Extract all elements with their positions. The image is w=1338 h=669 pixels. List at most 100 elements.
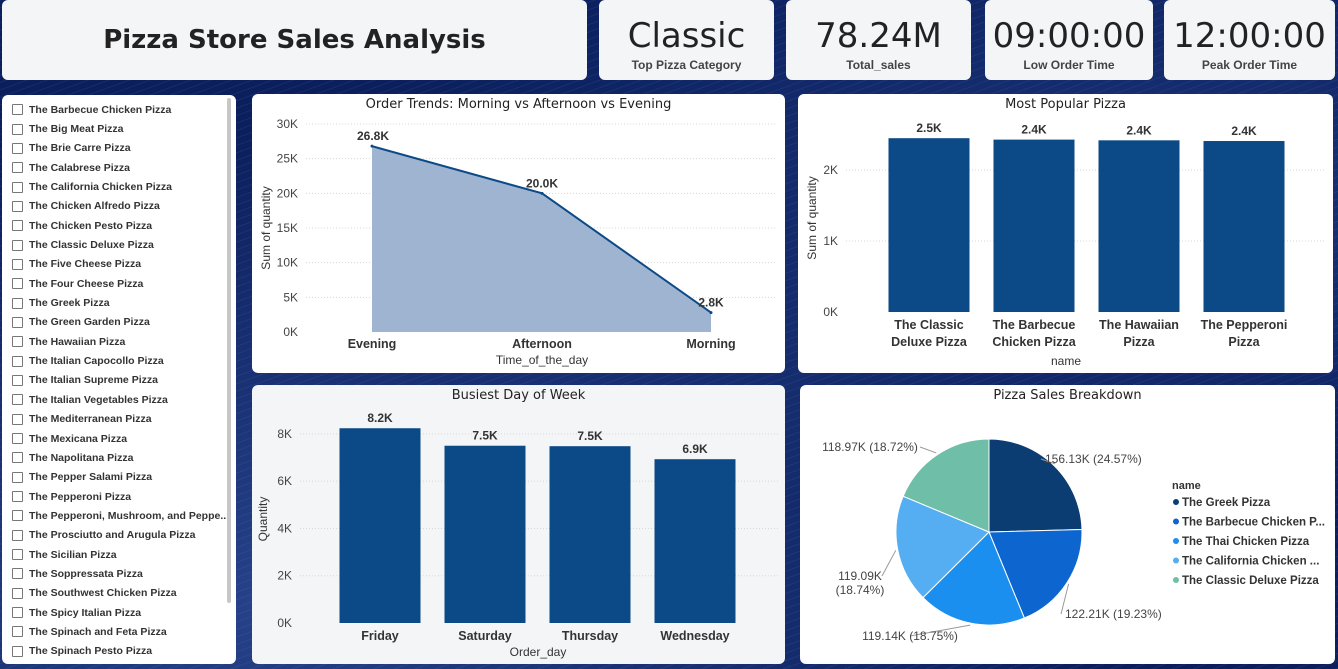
checkbox[interactable] bbox=[12, 123, 23, 135]
slicer-item[interactable]: The Chicken Alfredo Pizza bbox=[12, 197, 236, 216]
y-axis-label: Sum of quantity bbox=[805, 176, 819, 259]
bar[interactable] bbox=[993, 139, 1075, 312]
checkbox[interactable] bbox=[12, 220, 23, 232]
slicer-item[interactable]: The Big Meat Pizza bbox=[12, 119, 236, 138]
legend-item: The California Chicken ... bbox=[1182, 556, 1319, 568]
slicer-item-label: The Pepperoni, Mushroom, and Peppe... bbox=[29, 509, 230, 522]
legend-marker bbox=[1173, 518, 1179, 525]
x-tick-label: Friday bbox=[361, 629, 399, 643]
bar[interactable] bbox=[654, 459, 736, 623]
x-tick-label: Wednesday bbox=[660, 629, 729, 643]
checkbox[interactable] bbox=[12, 510, 23, 522]
checkbox[interactable] bbox=[12, 626, 23, 638]
checkbox[interactable] bbox=[12, 491, 23, 503]
slicer-item[interactable]: The Italian Supreme Pizza bbox=[12, 371, 236, 390]
legend-item: The Barbecue Chicken P... bbox=[1182, 517, 1325, 529]
data-label: 7.5K bbox=[577, 429, 603, 443]
slicer-item[interactable]: The Chicken Pesto Pizza bbox=[12, 216, 236, 235]
kpi-card-total-sales: 78.24M Total_sales bbox=[786, 0, 971, 80]
bar[interactable] bbox=[888, 138, 970, 312]
data-label: 122.21K (19.23%) bbox=[1065, 607, 1162, 621]
data-label: (18.74%) bbox=[836, 583, 885, 597]
checkbox[interactable] bbox=[12, 587, 23, 599]
order-trends-svg: 0K 5K 10K 15K 20K 25K 30K 26.8K Evening 20.0K Afte… bbox=[259, 117, 777, 367]
slicer-item[interactable]: The Spinach Pesto Pizza bbox=[12, 642, 236, 661]
slicer-item[interactable]: The Brie Carre Pizza bbox=[12, 139, 236, 158]
slicer-item-label: The Spicy Italian Pizza bbox=[29, 606, 142, 619]
sales-breakdown-svg: 156.13K (24.57%) 122.21K (19.23%) 119.14K … bbox=[822, 438, 1325, 643]
area-fill bbox=[372, 146, 711, 332]
slicer-item-label: The Hawaiian Pizza bbox=[29, 335, 126, 348]
slicer-item[interactable]: The Mexicana Pizza bbox=[12, 429, 236, 448]
y-tick-label: 10K bbox=[277, 256, 298, 270]
slicer-item[interactable]: The Barbecue Chicken Pizza bbox=[12, 100, 236, 119]
data-label: 2.8K bbox=[698, 296, 724, 310]
kpi-value: 09:00:00 bbox=[992, 16, 1146, 56]
slicer-scrollbar[interactable] bbox=[227, 98, 231, 603]
slicer-item[interactable]: The Classic Deluxe Pizza bbox=[12, 235, 236, 254]
slicer-item[interactable]: The Prosciutto and Arugula Pizza bbox=[12, 526, 236, 545]
kpi-label: Total_sales bbox=[846, 58, 911, 72]
checkbox[interactable] bbox=[12, 607, 23, 619]
checkbox[interactable] bbox=[12, 336, 23, 348]
checkbox[interactable] bbox=[12, 394, 23, 406]
checkbox[interactable] bbox=[12, 200, 23, 212]
bar[interactable] bbox=[444, 445, 526, 623]
bar[interactable] bbox=[1203, 141, 1285, 312]
slicer-item-label: The Five Cheese Pizza bbox=[29, 258, 142, 271]
slicer-item[interactable]: The Greek Pizza bbox=[12, 293, 236, 312]
bar[interactable] bbox=[339, 428, 421, 623]
kpi-value: 12:00:00 bbox=[1173, 16, 1326, 56]
slicer-item[interactable]: The Sicilian Pizza bbox=[12, 545, 236, 564]
most-popular-svg: 0K 1K 2K 2.5K The Classic Deluxe Pizza 2.4K The… bbox=[805, 121, 1326, 368]
slicer-item[interactable]: The Italian Capocollo Pizza bbox=[12, 351, 236, 370]
slicer-item[interactable]: The Spicy Italian Pizza bbox=[12, 603, 236, 622]
slicer-item[interactable]: The Napolitana Pizza bbox=[12, 448, 236, 467]
checkbox[interactable] bbox=[12, 162, 23, 174]
slicer-item[interactable]: The Pepperoni, Mushroom, and Peppe... bbox=[12, 506, 236, 525]
slicer-item[interactable]: The Hawaiian Pizza bbox=[12, 332, 236, 351]
slicer-item[interactable]: The Green Garden Pizza bbox=[12, 313, 236, 332]
checkbox[interactable] bbox=[12, 374, 23, 386]
slicer-item[interactable]: The Mediterranean Pizza bbox=[12, 410, 236, 429]
checkbox[interactable] bbox=[12, 239, 23, 251]
checkbox[interactable] bbox=[12, 433, 23, 445]
slicer-item[interactable]: The Southwest Chicken Pizza bbox=[12, 584, 236, 603]
legend-marker bbox=[1173, 557, 1179, 564]
slicer-item[interactable]: The California Chicken Pizza bbox=[12, 177, 236, 196]
y-tick-label: 0K bbox=[283, 325, 298, 339]
slicer-item[interactable]: The Soppressata Pizza bbox=[12, 564, 236, 583]
checkbox[interactable] bbox=[12, 258, 23, 270]
slicer-item[interactable]: The Italian Vegetables Pizza bbox=[12, 390, 236, 409]
checkbox[interactable] bbox=[12, 104, 23, 116]
checkbox[interactable] bbox=[12, 568, 23, 580]
slicer-item[interactable]: The Four Cheese Pizza bbox=[12, 274, 236, 293]
data-label: 118.97K (18.72%) bbox=[822, 440, 918, 454]
checkbox[interactable] bbox=[12, 355, 23, 367]
checkbox[interactable] bbox=[12, 645, 23, 657]
checkbox[interactable] bbox=[12, 452, 23, 464]
checkbox[interactable] bbox=[12, 529, 23, 541]
slicer-item[interactable]: The Calabrese Pizza bbox=[12, 158, 236, 177]
checkbox[interactable] bbox=[12, 181, 23, 193]
slicer-item[interactable]: The Spinach and Feta Pizza bbox=[12, 622, 236, 641]
slicer-item-label: The Italian Supreme Pizza bbox=[29, 374, 158, 387]
checkbox[interactable] bbox=[12, 142, 23, 154]
slicer-item[interactable]: The Five Cheese Pizza bbox=[12, 255, 236, 274]
data-label: 8.2K bbox=[367, 411, 393, 425]
bar[interactable] bbox=[549, 446, 631, 623]
y-tick-label: 8K bbox=[277, 427, 292, 441]
y-tick-label: 15K bbox=[277, 221, 298, 235]
slicer-item[interactable]: The Pepper Salami Pizza bbox=[12, 468, 236, 487]
checkbox[interactable] bbox=[12, 278, 23, 290]
slicer-item-label: The Spinach Pesto Pizza bbox=[29, 645, 153, 658]
checkbox[interactable] bbox=[12, 549, 23, 561]
slicer-item-label: The Mexicana Pizza bbox=[29, 432, 128, 445]
checkbox[interactable] bbox=[12, 297, 23, 309]
x-axis-label: Time_of_the_day bbox=[496, 353, 588, 367]
slicer-item[interactable]: The Pepperoni Pizza bbox=[12, 487, 236, 506]
checkbox[interactable] bbox=[12, 471, 23, 483]
checkbox[interactable] bbox=[12, 413, 23, 425]
checkbox[interactable] bbox=[12, 316, 23, 328]
bar[interactable] bbox=[1098, 140, 1180, 312]
